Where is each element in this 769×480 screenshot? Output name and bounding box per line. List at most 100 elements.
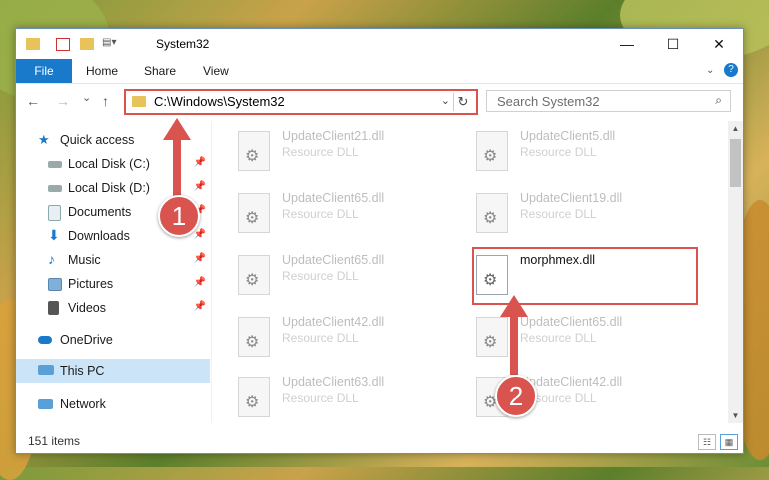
expand-ribbon-icon[interactable]: ⌄ [706,59,714,83]
list-item[interactable]: ⚙ UpdateClient63.dll Resource DLL [224,371,454,417]
file-type: Resource DLL [520,207,597,221]
file-list: ⚙ UpdateClient21.dll Resource DLL ⚙ Upda… [212,121,728,423]
forward-button[interactable]: → [56,93,70,109]
list-item[interactable]: ⚙ UpdateClient21.dll Resource DLL [224,125,454,171]
folder-icon [26,38,40,50]
dll-file-icon: ⚙ [476,317,508,357]
large-icons-view-icon[interactable]: ▦ [720,434,738,450]
new-folder-icon[interactable] [80,38,94,50]
sidebar-item-label: Local Disk (C:) [68,157,150,171]
list-item[interactable]: ⚙ UpdateClient65.dll Resource DLL [224,249,454,295]
pin-icon: 📌 [193,277,206,288]
sidebar-item-label: Quick access [60,133,135,147]
list-item[interactable]: ⚙ UpdateClient42.dll Resource DLL [224,311,454,357]
gear-icon: ⚙ [245,210,260,227]
file-type: Resource DLL [282,331,359,345]
file-name: UpdateClient65.dll [282,191,385,205]
annotation-arrow-1-head [163,118,191,140]
search-box[interactable]: Search System32 ⌕ [486,90,731,112]
scroll-up-icon[interactable]: ▲ [728,121,743,136]
customize-toolbar-icon[interactable]: ▤▾ [102,37,132,53]
sidebar-item-label: OneDrive [60,333,113,347]
address-dropdown-icon[interactable]: ⌄ [441,94,450,107]
maximize-button[interactable]: ☐ [650,29,696,59]
dll-file-icon: ⚙ [238,255,270,295]
sidebar-item-pictures[interactable]: Pictures 📌 [16,273,210,295]
annotation-arrow-1-shaft [173,138,181,196]
list-item[interactable]: ⚙ UpdateClient65.dll Resource DLL [224,187,454,233]
drive-icon [48,161,62,168]
dll-file-icon: ⚙ [476,131,508,171]
gear-icon: ⚙ [483,334,498,351]
folder-icon [132,96,146,107]
dll-file-icon: ⚙ [238,317,270,357]
properties-icon[interactable] [56,38,70,51]
sidebar-item-label: Music [68,253,101,267]
sidebar-item-label: This PC [60,364,105,378]
videos-icon [48,301,59,315]
search-input[interactable]: Search System32 [497,94,600,109]
pictures-icon [48,278,62,291]
list-item[interactable]: ⚙ UpdateClient65.dll Resource DLL [462,311,692,357]
address-path[interactable]: C:\Windows\System32 [154,94,285,109]
tab-home[interactable]: Home [86,59,118,83]
window-title: System32 [156,37,210,51]
annotation-arrow-2-shaft [510,315,518,375]
back-button[interactable]: ← [26,93,40,109]
details-view-icon[interactable]: ☷ [698,434,716,450]
ribbon-tabs: File Home Share View ⌄ ? [16,59,743,84]
dll-file-icon: ⚙ [238,193,270,233]
recent-locations-button[interactable]: ⌄ [82,91,91,104]
navigation-bar: ← → ⌄ ↑ C:\Windows\System32 ⌄ ↻ Search S… [16,85,743,117]
address-bar[interactable]: C:\Windows\System32 ⌄ ↻ [124,89,478,115]
minimize-button[interactable]: — [604,29,650,59]
gear-icon: ⚙ [483,148,498,165]
star-icon: ★ [38,132,50,147]
close-button[interactable]: ✕ [696,29,742,59]
computer-icon [38,365,54,375]
file-name: UpdateClient65.dll [520,315,623,329]
pin-icon: 📌 [193,229,206,240]
title-bar: ▤▾ System32 — ☐ ✕ [16,29,743,59]
sidebar-item-onedrive[interactable]: OneDrive [16,329,210,351]
vertical-scrollbar[interactable]: ▲ ▼ [728,121,743,423]
tab-share[interactable]: Share [144,59,176,83]
sidebar-item-label: Pictures [68,277,114,291]
file-name: UpdateClient19.dll [520,191,623,205]
sidebar-item-label: Network [60,397,106,411]
scrollbar-thumb[interactable] [730,139,741,187]
annotation-badge-1: 1 [158,195,200,237]
file-type: Resource DLL [520,145,597,159]
dll-file-icon: ⚙ [476,193,508,233]
file-name: UpdateClient42.dll [282,315,385,329]
search-icon[interactable]: ⌕ [715,93,722,108]
dll-file-icon: ⚙ [238,377,270,417]
list-item[interactable]: ⚙ UpdateClient19.dll Resource DLL [462,187,692,233]
pin-icon: 📌 [193,301,206,312]
scroll-down-icon[interactable]: ▼ [728,408,743,423]
help-icon[interactable]: ? [724,63,738,77]
annotation-badge-2: 2 [495,375,537,417]
pin-icon: 📌 [193,181,206,192]
sidebar-item-videos[interactable]: Videos 📌 [16,297,210,319]
list-item[interactable]: ⚙ UpdateClient5.dll Resource DLL [462,125,692,171]
sidebar-item-this-pc[interactable]: This PC [16,359,210,383]
file-name: UpdateClient21.dll [282,129,385,143]
status-bar: 151 items ☷ ▦ [16,431,743,453]
item-count: 151 items [28,434,81,448]
dll-file-icon: ⚙ [238,131,270,171]
file-type: Resource DLL [282,145,359,159]
tab-view[interactable]: View [203,59,229,83]
gear-icon: ⚙ [245,148,260,165]
documents-icon [48,205,61,221]
file-name: UpdateClient65.dll [282,253,385,267]
refresh-icon[interactable]: ↻ [453,93,472,111]
tab-file[interactable]: File [16,59,72,83]
sidebar-item-music[interactable]: ♪ Music 📌 [16,249,210,271]
file-name: UpdateClient63.dll [282,375,385,389]
sidebar-item-network[interactable]: Network [16,393,210,415]
file-name: UpdateClient5.dll [520,129,616,143]
up-button[interactable]: ↑ [102,93,109,109]
drive-icon [48,185,62,192]
file-type: Resource DLL [282,391,359,405]
